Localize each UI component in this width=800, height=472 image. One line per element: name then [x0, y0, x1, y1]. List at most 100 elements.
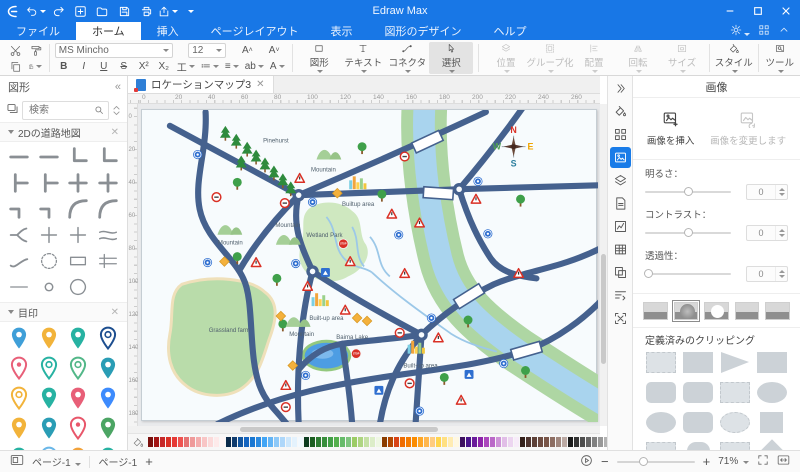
spinner-arrows[interactable] [775, 267, 787, 281]
color-swatch[interactable] [472, 437, 477, 447]
color-swatch[interactable] [532, 437, 537, 447]
color-swatch[interactable] [208, 437, 213, 447]
settings-gear-icon[interactable] [730, 24, 750, 39]
format-button-U[interactable]: U [95, 59, 113, 74]
menu-tab-ページレイアウト[interactable]: ページレイアウト [195, 22, 315, 40]
format-button-B[interactable]: B [55, 59, 73, 74]
fit-page-icon[interactable] [777, 454, 790, 469]
close-section-icon[interactable]: ✕ [111, 127, 119, 138]
map-pin-shape-10[interactable] [34, 385, 64, 412]
collapse-panel-icon[interactable] [610, 78, 631, 99]
color-swatch[interactable] [166, 437, 171, 447]
road-shape-13[interactable] [4, 222, 34, 248]
format-button-X₂[interactable]: X₂ [155, 59, 173, 74]
customize-toolbar-button[interactable] [180, 2, 200, 20]
color-swatch[interactable] [538, 437, 543, 447]
add-page-button[interactable]: + [145, 454, 153, 469]
font-size-select[interactable]: 12 [188, 43, 226, 58]
document-tab[interactable]: ロケーションマップ3 ✕ [128, 76, 274, 93]
fullscreen-icon[interactable] [757, 454, 769, 469]
format-button-I[interactable]: I [75, 59, 93, 74]
image-effect-plain[interactable] [735, 302, 760, 320]
clipping-shape-7[interactable] [720, 382, 750, 403]
road-shape-3[interactable] [64, 144, 94, 170]
change-image-button[interactable]: 画像を変更します [710, 110, 786, 147]
color-swatch[interactable] [478, 437, 483, 447]
road-shape-4[interactable] [93, 144, 123, 170]
color-swatch[interactable] [256, 437, 261, 447]
font-family-select[interactable]: MS Mincho [55, 43, 173, 58]
color-swatch[interactable] [244, 437, 249, 447]
color-swatch[interactable] [406, 437, 411, 447]
color-swatch[interactable] [172, 437, 177, 447]
color-swatch[interactable] [556, 437, 561, 447]
arrange-button-グループ化[interactable]: グループ化 [528, 42, 572, 74]
undo-button[interactable] [26, 2, 46, 20]
map-pin-shape-3[interactable] [64, 325, 94, 352]
color-swatch[interactable] [448, 437, 453, 447]
road-shape-10[interactable] [34, 196, 64, 222]
zoom-out-button[interactable]: − [601, 454, 609, 469]
slider-track[interactable] [645, 232, 731, 234]
format-button-工[interactable]: 工 [175, 59, 197, 74]
color-swatch[interactable] [520, 437, 525, 447]
decrease-font-button[interactable]: A˅ [262, 43, 287, 58]
increase-font-button[interactable]: A˄ [235, 43, 260, 58]
page-selector[interactable]: ページ-1 [32, 454, 81, 469]
menu-tab-ファイル[interactable]: ファイル [0, 22, 76, 40]
close-document-icon[interactable]: ✕ [256, 79, 264, 90]
color-swatch[interactable] [328, 437, 333, 447]
clipping-shape-12[interactable] [760, 412, 783, 433]
color-swatch[interactable] [358, 437, 363, 447]
menu-tab-図形のデザイン[interactable]: 図形のデザイン [368, 22, 477, 40]
color-swatch[interactable] [424, 437, 429, 447]
road-shape-8[interactable] [93, 170, 123, 196]
new-document-button[interactable] [70, 2, 90, 20]
map-pin-shape-14[interactable] [34, 415, 64, 442]
color-swatch[interactable] [184, 437, 189, 447]
arrange-button-位置[interactable]: 位置 [484, 42, 528, 74]
format-painter-button[interactable] [26, 43, 44, 58]
clipping-shape-15[interactable] [720, 442, 750, 450]
color-swatch[interactable] [148, 437, 153, 447]
color-swatch[interactable] [376, 437, 381, 447]
map-pin-shape-8[interactable] [93, 355, 123, 382]
color-swatch[interactable] [352, 437, 357, 447]
color-swatch[interactable] [262, 437, 267, 447]
slider-track[interactable] [645, 191, 731, 193]
color-swatch[interactable] [412, 437, 417, 447]
clipping-shape-11[interactable] [720, 412, 750, 433]
color-swatch[interactable] [490, 437, 495, 447]
color-swatch[interactable] [304, 437, 309, 447]
clipping-shape-14[interactable] [687, 442, 710, 450]
map-pin-shape-16[interactable] [93, 415, 123, 442]
color-swatch[interactable] [418, 437, 423, 447]
outline-icon[interactable] [610, 285, 631, 306]
save-button[interactable] [114, 2, 134, 20]
slider-value-spinner[interactable]: 0 [746, 225, 788, 241]
clip-art-icon[interactable] [610, 262, 631, 283]
zoom-level[interactable]: 71% [718, 456, 749, 467]
color-swatch[interactable] [526, 437, 531, 447]
color-swatch[interactable] [394, 437, 399, 447]
slider-knob[interactable] [684, 187, 693, 196]
image-effect-plain[interactable] [643, 302, 668, 320]
color-swatch[interactable] [442, 437, 447, 447]
map-pin-shape-7[interactable] [64, 355, 94, 382]
pin-section-header[interactable]: 目印 ✕ [0, 302, 127, 322]
road-shape-15[interactable] [64, 222, 94, 248]
zoom-slider[interactable] [617, 461, 695, 463]
color-swatch[interactable] [568, 437, 573, 447]
arrange-button-回転[interactable]: 回転 [616, 42, 660, 74]
color-swatch[interactable] [388, 437, 393, 447]
road-shape-5[interactable] [4, 170, 34, 196]
map-pin-shape-4[interactable] [93, 325, 123, 352]
color-swatch[interactable] [268, 437, 273, 447]
map-pin-shape-12[interactable] [93, 385, 123, 412]
menu-tab-挿入[interactable]: 挿入 [141, 22, 195, 40]
drawing-page[interactable]: STOPSTOPPinehurstMountainMountainMountai… [141, 109, 597, 421]
collapse-panel-icon[interactable]: « [115, 81, 119, 93]
tool-button-選択[interactable]: 選択 [429, 42, 473, 74]
clipping-shape-5[interactable] [646, 382, 676, 403]
format-button-ab[interactable]: ab [243, 59, 266, 74]
